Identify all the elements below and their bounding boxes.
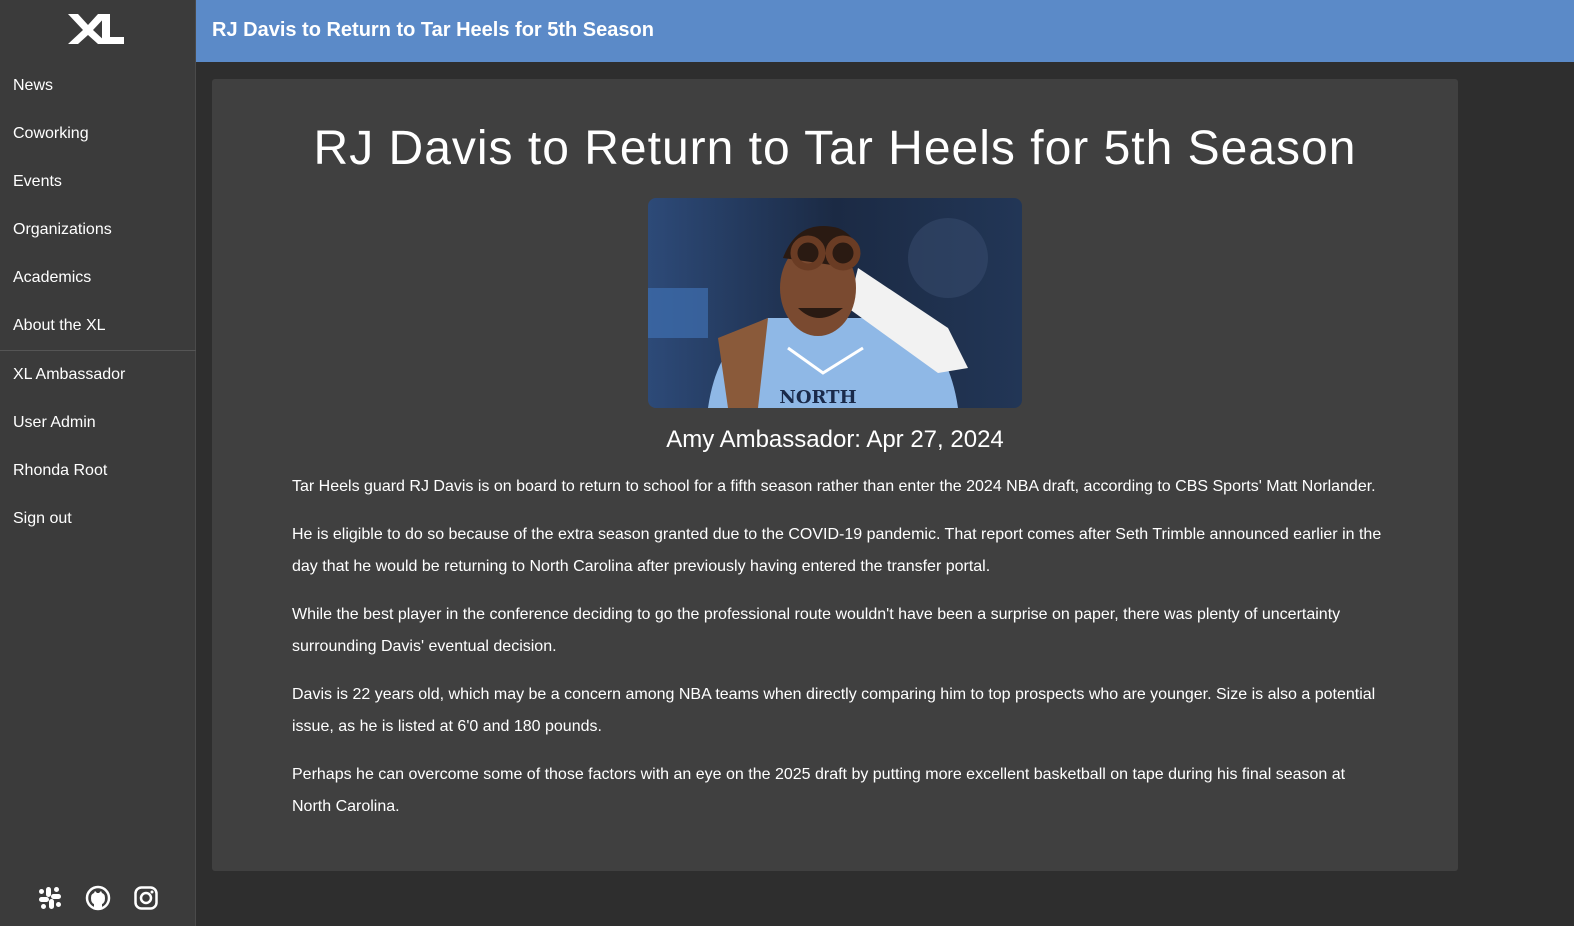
- article-title: RJ Davis to Return to Tar Heels for 5th …: [313, 122, 1357, 175]
- top-bar: RJ Davis to Return to Tar Heels for 5th …: [196, 0, 1574, 62]
- sidebar-item-academics[interactable]: Academics: [0, 254, 196, 302]
- sidebar-item-organizations[interactable]: Organizations: [0, 206, 196, 254]
- sidebar-item-coworking[interactable]: Coworking: [0, 110, 196, 158]
- sidebar-item-profile[interactable]: Rhonda Root: [0, 447, 196, 495]
- slack-icon[interactable]: [36, 884, 64, 912]
- article-image: NORTH: [648, 198, 1022, 408]
- social-links: [36, 884, 160, 912]
- article-body: Tar Heels guard RJ Davis is on board to …: [292, 471, 1382, 839]
- sidebar-nav: News Coworking Events Organizations Acad…: [0, 62, 196, 543]
- article-paragraph: Tar Heels guard RJ Davis is on board to …: [292, 478, 1376, 495]
- xl-logo-icon[interactable]: [66, 12, 126, 46]
- article-paragraph: Davis is 22 years old, which may be a co…: [292, 686, 1376, 735]
- sidebar-item-events[interactable]: Events: [0, 158, 196, 206]
- article-paragraph: Perhaps he can overcome some of those fa…: [292, 766, 1346, 815]
- sidebar-item-user-admin[interactable]: User Admin: [0, 399, 196, 447]
- page-header-title: RJ Davis to Return to Tar Heels for 5th …: [212, 19, 654, 41]
- sidebar-item-about[interactable]: About the XL: [0, 302, 196, 350]
- sidebar-item-news[interactable]: News: [0, 62, 196, 110]
- sidebar-item-sign-out[interactable]: Sign out: [0, 495, 196, 543]
- sidebar-item-ambassador[interactable]: XL Ambassador: [0, 351, 196, 399]
- article-card: RJ Davis to Return to Tar Heels for 5th …: [212, 79, 1458, 871]
- sidebar: News Coworking Events Organizations Acad…: [0, 0, 196, 926]
- article-paragraph: While the best player in the conference …: [292, 606, 1341, 655]
- instagram-icon[interactable]: [132, 884, 160, 912]
- article-byline: Amy Ambassador: Apr 27, 2024: [666, 426, 1004, 453]
- article-paragraph: He is eligible to do so because of the e…: [292, 526, 1382, 575]
- jersey-text: NORTH: [779, 387, 856, 408]
- github-icon[interactable]: [84, 884, 112, 912]
